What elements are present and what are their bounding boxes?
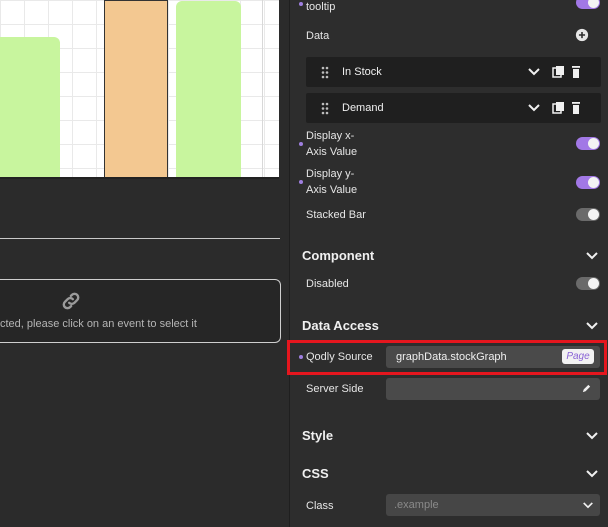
stacked-bar-toggle[interactable] (576, 208, 600, 221)
disabled-toggle[interactable] (576, 277, 600, 290)
chevron-down-icon (528, 104, 540, 112)
display-x-label: Display x- (306, 130, 355, 142)
chevron-down-icon (528, 68, 540, 76)
pencil-icon[interactable] (581, 383, 592, 394)
class-label: Class (306, 500, 334, 512)
chevron-down-icon[interactable] (585, 251, 599, 261)
css-section[interactable]: CSS (302, 466, 329, 481)
trash-icon (572, 66, 580, 78)
data-item-name: In Stock (342, 66, 382, 78)
drag-handle-icon[interactable] (321, 102, 329, 115)
display-y-label: Display y- (306, 168, 355, 180)
highlight-box (287, 340, 607, 375)
style-section[interactable]: Style (302, 428, 333, 443)
bound-dot (299, 180, 303, 184)
chevron-down-icon[interactable] (585, 321, 599, 331)
properties-panel: tooltip Data In Stock Demand Display x- … (289, 0, 608, 527)
display-y-label-2: Axis Value (306, 184, 358, 196)
tooltip-toggle[interactable] (576, 0, 600, 9)
drag-handle-icon[interactable] (321, 66, 329, 79)
class-placeholder: .example (394, 499, 439, 511)
app-root: cted, please click on an event to select… (0, 0, 608, 527)
data-item[interactable]: Demand (306, 93, 601, 123)
event-message: cted, please click on an event to select… (0, 318, 197, 330)
class-select[interactable]: .example (386, 494, 600, 516)
display-x-label-2: Axis Value (306, 146, 358, 158)
chevron-down-icon[interactable] (585, 431, 599, 441)
canvas-area: cted, please click on an event to select… (0, 0, 289, 527)
link-icon (62, 292, 80, 310)
display-x-toggle[interactable] (576, 137, 600, 150)
chart-divider (262, 0, 263, 179)
bar-chart[interactable] (0, 0, 279, 179)
bound-dot (299, 2, 303, 6)
copy-icon (552, 102, 564, 114)
display-y-toggle[interactable] (576, 176, 600, 189)
data-item[interactable]: In Stock (306, 57, 601, 87)
data-access-section[interactable]: Data Access (302, 318, 379, 333)
add-icon[interactable] (575, 28, 589, 42)
data-item-name: Demand (342, 102, 384, 114)
chart-bar (0, 37, 60, 179)
copy-icon (552, 66, 564, 78)
chart-bar (176, 1, 241, 179)
chevron-down-icon[interactable] (585, 469, 599, 479)
component-section[interactable]: Component (302, 248, 374, 263)
server-side-label: Server Side (306, 383, 364, 395)
server-side-input[interactable] (386, 378, 600, 400)
bound-dot (299, 142, 303, 146)
event-selector-box[interactable]: cted, please click on an event to select… (0, 279, 281, 343)
chart-baseline (0, 177, 279, 179)
stacked-bar-label: Stacked Bar (306, 209, 366, 221)
divider (0, 238, 280, 239)
tooltip-label: tooltip (306, 1, 336, 13)
chart-bar (104, 0, 168, 179)
data-item-actions (528, 102, 580, 114)
trash-icon (572, 102, 580, 114)
data-item-actions (528, 66, 580, 78)
chevron-down-icon[interactable] (582, 501, 594, 510)
data-label: Data (306, 30, 330, 42)
disabled-label: Disabled (306, 278, 349, 290)
